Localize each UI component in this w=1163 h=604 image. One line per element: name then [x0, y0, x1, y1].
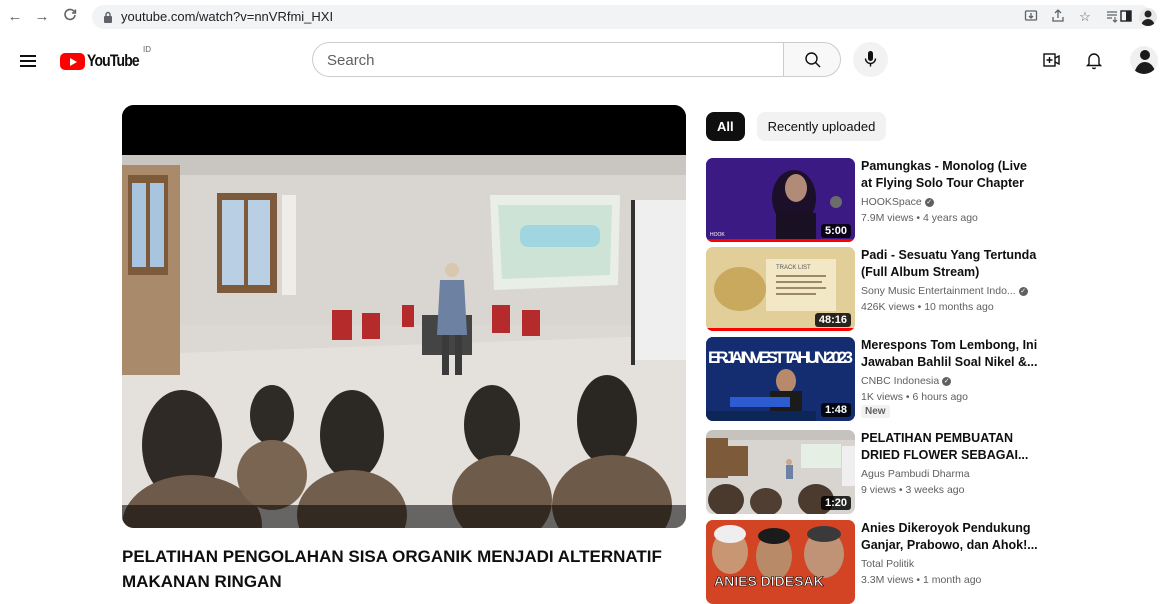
search-icon	[805, 52, 821, 68]
thumbnail-text: HOOK	[710, 232, 725, 238]
search-input[interactable]: Search	[312, 42, 784, 77]
recommendation-title[interactable]: Pamungkas - Monolog (Live at Flying Solo…	[861, 158, 1039, 192]
verified-check-icon: ✓	[924, 197, 934, 207]
recommendation-title[interactable]: Anies Dikeroyok Pendukung Ganjar, Prabow…	[861, 520, 1039, 554]
video-duration: 1:48	[820, 403, 851, 417]
video-thumbnail[interactable]: HOOK 5:00	[706, 158, 855, 242]
recommendation-title[interactable]: Padi - Sesuatu Yang Tertunda (Full Album…	[861, 247, 1039, 281]
video-meta: 3.3M views • 1 month ago	[861, 574, 982, 586]
voice-search-button[interactable]	[853, 42, 888, 77]
recommendation-item[interactable]: HOOK 5:00 Pamungkas - Monolog (Live at F…	[706, 158, 1146, 242]
video-player[interactable]	[122, 105, 686, 528]
thumbnail-text: TRACK LIST	[776, 265, 811, 271]
profile-avatar[interactable]	[1139, 8, 1157, 26]
share-icon[interactable]	[1050, 9, 1066, 25]
create-video-icon[interactable]	[1042, 50, 1062, 70]
recommendation-item[interactable]: ERJA INVEST TAHUN 2023 1:48 Merespons To…	[706, 337, 1146, 421]
chip-recently-uploaded[interactable]: Recently uploaded	[756, 112, 887, 141]
recommendation-item[interactable]: ANIES DIDESAK Anies Dikeroyok Pendukung …	[706, 520, 1146, 604]
channel-name[interactable]: Sony Music Entertainment Indo... ✓	[861, 285, 1028, 297]
search-placeholder: Search	[327, 52, 375, 69]
video-meta: 7.9M views • 4 years ago	[861, 212, 978, 224]
recommendation-item[interactable]: TRACK LIST 48:16 Padi - Sesuatu Yang Ter…	[706, 247, 1146, 331]
video-duration: 48:16	[814, 313, 851, 327]
video-thumbnail[interactable]: TRACK LIST 48:16	[706, 247, 855, 331]
video-meta: 426K views • 10 months ago	[861, 301, 994, 313]
account-avatar[interactable]	[1130, 46, 1158, 74]
install-app-icon[interactable]	[1023, 9, 1039, 25]
video-thumbnail[interactable]: ANIES DIDESAK	[706, 520, 855, 604]
recommendation-title[interactable]: PELATIHAN PEMBUATAN DRIED FLOWER SEBAGAI…	[861, 430, 1039, 464]
video-duration: 5:00	[820, 224, 851, 238]
thumbnail-text: ANIES DIDESAK	[714, 573, 824, 589]
country-code: ID	[143, 45, 151, 54]
microphone-icon	[864, 51, 877, 67]
url-text[interactable]: youtube.com/watch?v=nnVRfmi_HXI	[121, 9, 333, 24]
thumbnail-text: ERJA INVEST TAHUN 2023	[708, 348, 853, 367]
verified-check-icon: ✓	[942, 376, 952, 386]
recommendation-item[interactable]: 1:20 PELATIHAN PEMBUATAN DRIED FLOWER SE…	[706, 430, 1146, 514]
side-panel-icon[interactable]	[1118, 9, 1134, 25]
video-duration: 1:20	[820, 496, 851, 510]
chip-all[interactable]: All	[706, 112, 745, 141]
channel-name-text: HOOKSpace	[861, 196, 922, 208]
logo-text: YouTube	[87, 51, 140, 70]
channel-name-text: Total Politik	[861, 558, 915, 570]
video-title: PELATIHAN PENGOLAHAN SISA ORGANIK MENJAD…	[122, 547, 662, 591]
reload-icon[interactable]	[61, 8, 79, 26]
youtube-logo[interactable]: YouTube	[60, 51, 150, 71]
lock-icon[interactable]	[103, 10, 113, 23]
filter-chips: All Recently uploaded	[706, 112, 887, 141]
video-meta: 1K views • 6 hours ago	[861, 391, 968, 403]
channel-name[interactable]: CNBC Indonesia ✓	[861, 375, 952, 387]
channel-name-text: Agus Pambudi Dharma	[861, 468, 970, 480]
video-frame	[122, 105, 686, 528]
notifications-bell-icon[interactable]	[1084, 50, 1104, 70]
verified-check-icon: ✓	[1018, 286, 1028, 296]
youtube-play-icon	[60, 52, 85, 70]
channel-name[interactable]: Agus Pambudi Dharma	[861, 468, 970, 480]
video-thumbnail[interactable]: 1:20	[706, 430, 855, 514]
youtube-header: YouTube ID Search	[0, 34, 1163, 86]
new-badge: New	[861, 405, 890, 418]
channel-name-text: CNBC Indonesia	[861, 375, 940, 387]
menu-icon[interactable]	[20, 55, 36, 67]
video-thumbnail[interactable]: ERJA INVEST TAHUN 2023 1:48	[706, 337, 855, 421]
channel-name[interactable]: HOOKSpace ✓	[861, 196, 934, 208]
channel-name-text: Sony Music Entertainment Indo...	[861, 285, 1016, 297]
recommendation-title[interactable]: Merespons Tom Lembong, Ini Jawaban Bahli…	[861, 337, 1039, 371]
forward-arrow-icon[interactable]: →	[33, 8, 51, 26]
back-arrow-icon[interactable]: ←	[6, 8, 24, 26]
video-meta: 9 views • 3 weeks ago	[861, 484, 965, 496]
search-button[interactable]	[783, 42, 841, 77]
channel-name[interactable]: Total Politik	[861, 558, 914, 570]
browser-toolbar: ← → youtube.com/watch?v=nnVRfmi_HXI ☆	[0, 0, 1163, 34]
bookmark-star-icon[interactable]: ☆	[1077, 9, 1093, 25]
